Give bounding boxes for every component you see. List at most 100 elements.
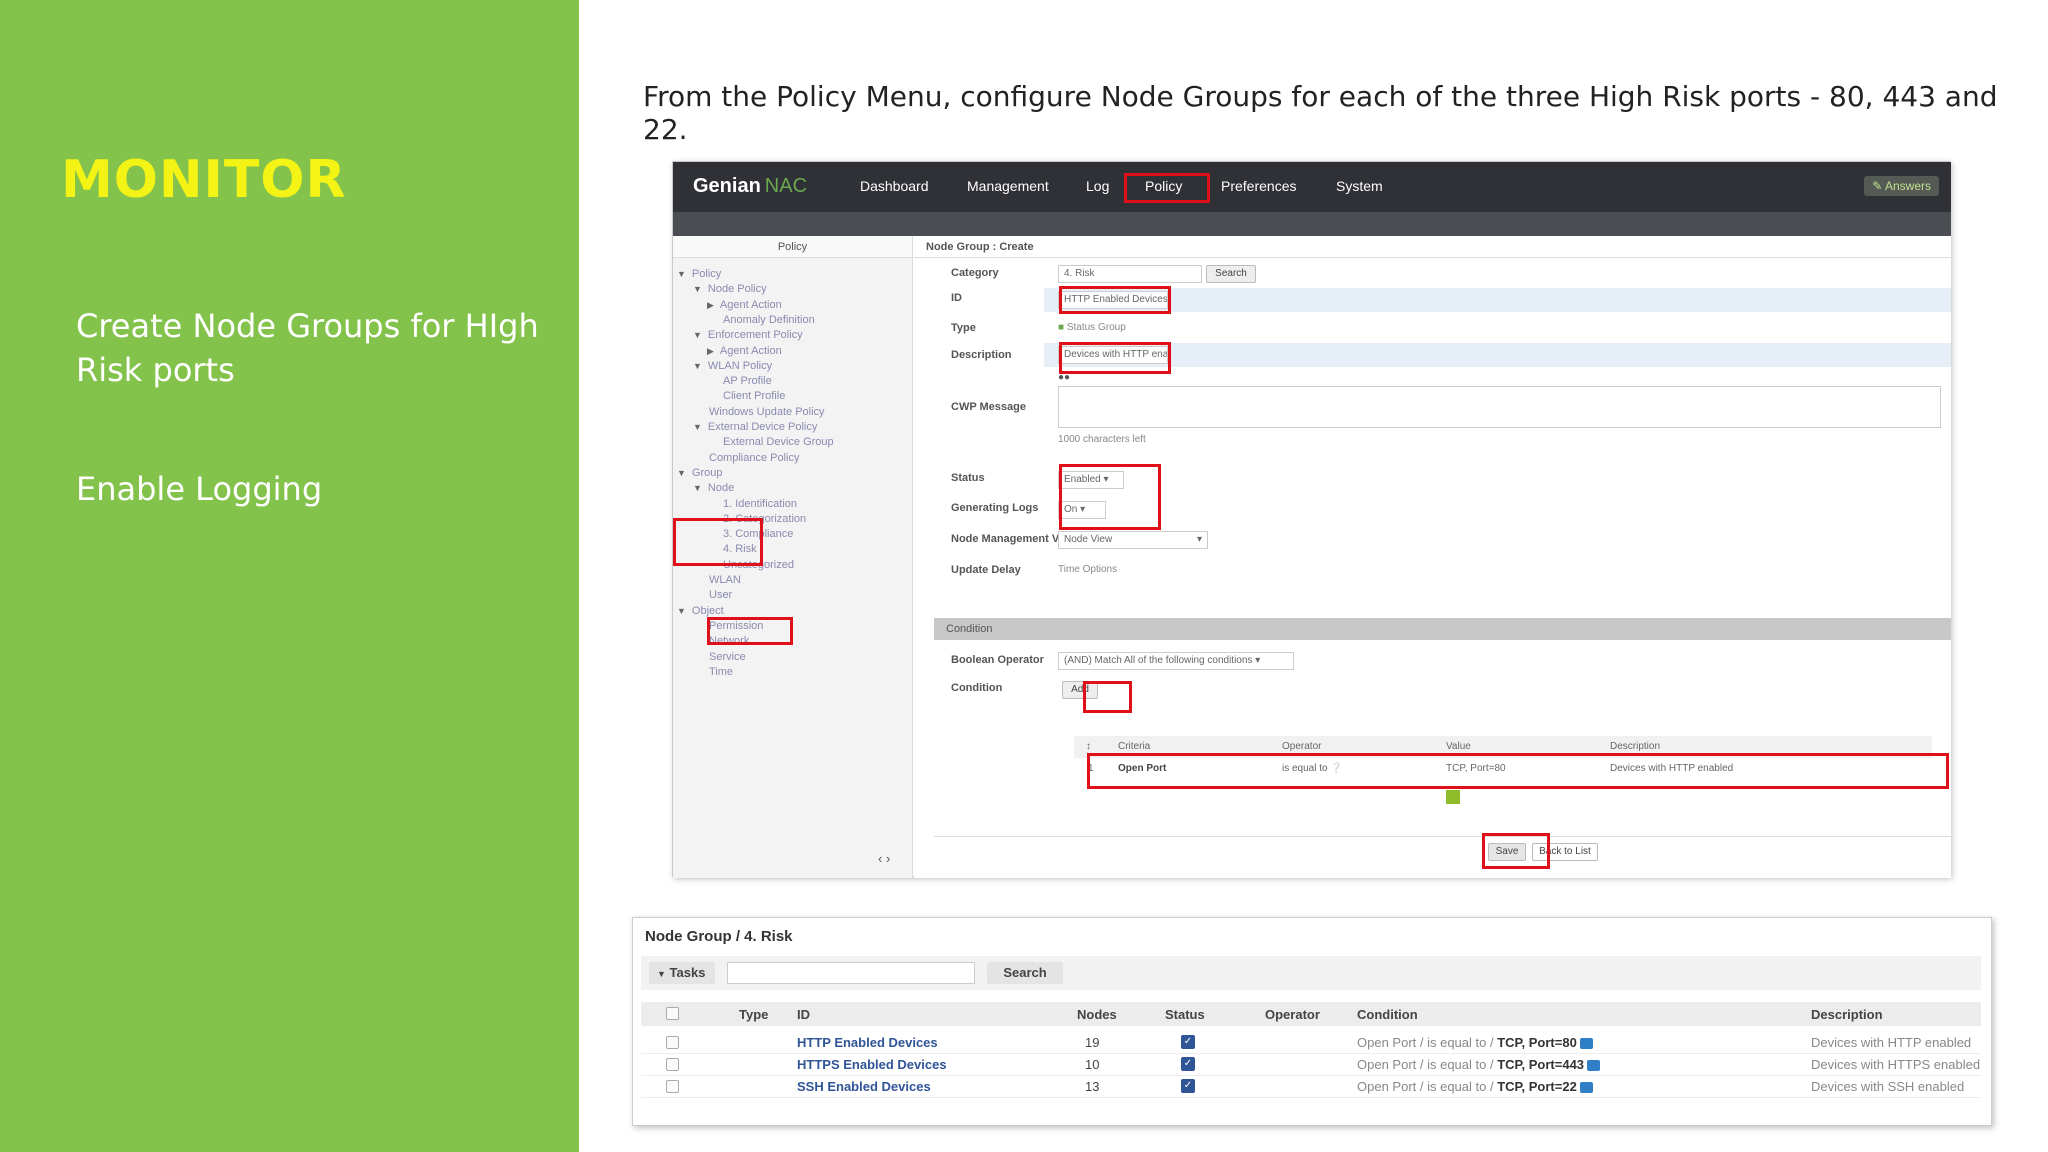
answers-button[interactable]: ✎ Answers bbox=[1864, 176, 1939, 196]
tree-item[interactable]: Time bbox=[703, 666, 733, 678]
tree-item[interactable]: ▼ Node Policy bbox=[693, 283, 767, 295]
tree-item-label: Agent Action bbox=[719, 298, 782, 311]
row-checkbox[interactable] bbox=[666, 1058, 679, 1071]
collapse-icon[interactable]: ▼ bbox=[693, 422, 702, 432]
col-operator[interactable]: Operator bbox=[1265, 1007, 1320, 1022]
list-table-header: Type ID Nodes Status Operator Condition … bbox=[641, 1002, 1981, 1026]
tree-item[interactable]: WLAN bbox=[703, 574, 741, 586]
nav-dashboard[interactable]: Dashboard bbox=[860, 178, 929, 194]
row-condition: Open Port / is equal to / TCP, Port=22 bbox=[1357, 1079, 1593, 1094]
cwp-char-hint: 1000 characters left bbox=[1058, 434, 1146, 445]
tree-item-label: Group bbox=[691, 466, 723, 479]
tree-item[interactable]: ▼ WLAN Policy bbox=[693, 360, 772, 372]
collapse-icon[interactable]: ▼ bbox=[677, 468, 686, 478]
expand-icon[interactable]: ▶ bbox=[707, 300, 714, 310]
row-id[interactable]: HTTPS Enabled Devices bbox=[797, 1057, 947, 1072]
nav-log[interactable]: Log bbox=[1086, 178, 1109, 194]
panel-item-node-groups: Create Node Groups for HIgh Risk ports bbox=[76, 307, 539, 389]
tree-item[interactable]: ▼ Enforcement Policy bbox=[693, 329, 803, 341]
collapse-icon[interactable]: ▼ bbox=[693, 361, 702, 371]
tree-item[interactable]: ▼ External Device Policy bbox=[693, 421, 817, 433]
nav-system[interactable]: System bbox=[1336, 178, 1383, 194]
list-search-button[interactable]: Search bbox=[987, 962, 1063, 984]
col-criteria[interactable]: Criteria bbox=[1118, 741, 1150, 752]
row-description: Devices with HTTPS enabled bbox=[1811, 1057, 1981, 1072]
row-checkbox[interactable] bbox=[666, 1036, 679, 1049]
tree-item[interactable]: ▶ Agent Action bbox=[707, 299, 782, 311]
collapse-arrows-icon[interactable]: ‹ › bbox=[878, 851, 890, 866]
boolean-operator-select[interactable]: (AND) Match All of the following conditi… bbox=[1058, 652, 1294, 670]
col-type[interactable]: Type bbox=[739, 1007, 768, 1022]
col-operator[interactable]: Operator bbox=[1282, 741, 1321, 752]
tree-item[interactable]: 1. Identification bbox=[717, 498, 797, 510]
table-row[interactable]: HTTPS Enabled Devices 10 ✓ Open Port / is e… bbox=[641, 1054, 1981, 1076]
node-group-create-screenshot: Genian NAC Dashboard Management Log Polic… bbox=[672, 161, 1951, 878]
category-label: Category bbox=[951, 267, 999, 279]
status-check-icon: ✓ bbox=[1181, 1057, 1195, 1071]
tree-item[interactable]: ▼ Node bbox=[693, 482, 734, 494]
tree-item-label: Compliance Policy bbox=[709, 451, 800, 464]
row-id[interactable]: HTTP Enabled Devices bbox=[797, 1035, 938, 1050]
col-description[interactable]: Description bbox=[1610, 741, 1660, 752]
table-row[interactable]: HTTP Enabled Devices 19 ✓ Open Port / is eq… bbox=[641, 1032, 1981, 1054]
tree-item-label: Service bbox=[709, 650, 746, 663]
expand-icon[interactable]: ▶ bbox=[707, 346, 714, 356]
col-description[interactable]: Description bbox=[1811, 1007, 1883, 1022]
table-row[interactable]: SSH Enabled Devices 13 ✓ Open Port / is equ… bbox=[641, 1076, 1981, 1098]
description-label: Description bbox=[951, 349, 1012, 361]
condition-section: Condition bbox=[934, 618, 1951, 640]
tree-item-label: External Device Group bbox=[723, 436, 834, 449]
comment-icon bbox=[1579, 1038, 1593, 1050]
row-condition: Open Port / is equal to / TCP, Port=443 bbox=[1357, 1057, 1601, 1072]
category-input[interactable]: 4. Risk bbox=[1058, 265, 1202, 283]
tree-item-label: Node bbox=[707, 482, 735, 495]
nav-management[interactable]: Management bbox=[967, 178, 1049, 194]
select-all-checkbox[interactable] bbox=[666, 1007, 679, 1020]
description-highlight bbox=[1059, 342, 1171, 374]
tree-item[interactable]: ▼ Group bbox=[677, 467, 723, 479]
type-value: ■ Status Group bbox=[1058, 322, 1126, 333]
row-id[interactable]: SSH Enabled Devices bbox=[797, 1079, 931, 1094]
tree-item[interactable]: Compliance Policy bbox=[703, 452, 799, 464]
collapse-icon[interactable]: ▼ bbox=[693, 330, 702, 340]
comment-icon bbox=[1579, 1082, 1593, 1094]
col-nodes[interactable]: Nodes bbox=[1077, 1007, 1117, 1022]
boolean-operator-label: Boolean Operator bbox=[951, 654, 1044, 666]
tree-item[interactable]: ▶ Agent Action bbox=[707, 345, 782, 357]
tree-item[interactable]: ▼ Policy bbox=[677, 268, 721, 280]
tree-item-label: Windows Update Policy bbox=[709, 405, 825, 418]
tree-item[interactable]: External Device Group bbox=[717, 436, 834, 448]
category-search-button[interactable]: Search bbox=[1206, 265, 1256, 283]
tasks-dropdown[interactable]: ▼ Tasks bbox=[649, 962, 715, 984]
tree-item[interactable]: Anomaly Definition bbox=[717, 314, 815, 326]
tree-item[interactable]: Service bbox=[703, 651, 746, 663]
tree-item[interactable]: Windows Update Policy bbox=[703, 406, 825, 418]
top-nav: Genian NAC Dashboard Management Log Polic… bbox=[673, 162, 1951, 212]
current-page-indicator[interactable] bbox=[1446, 790, 1460, 804]
row-nodes: 13 bbox=[1085, 1079, 1100, 1094]
type-label: Type bbox=[951, 322, 976, 334]
update-delay-value[interactable]: Time Options bbox=[1058, 564, 1117, 575]
collapse-icon[interactable]: ▼ bbox=[693, 483, 702, 493]
node-view-select[interactable]: Node View ▾ bbox=[1058, 531, 1208, 549]
list-search-input[interactable] bbox=[727, 962, 975, 984]
panel-title: MONITOR bbox=[61, 150, 347, 210]
col-value[interactable]: Value bbox=[1446, 741, 1471, 752]
tree-item[interactable]: User bbox=[703, 589, 732, 601]
cwp-message-textarea[interactable] bbox=[1058, 386, 1941, 428]
col-status[interactable]: Status bbox=[1165, 1007, 1205, 1022]
row-checkbox[interactable] bbox=[666, 1080, 679, 1093]
condition-label: Condition bbox=[951, 682, 1003, 694]
tree-item[interactable]: AP Profile bbox=[717, 375, 772, 387]
collapse-icon[interactable]: ▼ bbox=[677, 606, 686, 616]
col-condition[interactable]: Condition bbox=[1357, 1007, 1418, 1022]
col-id[interactable]: ID bbox=[797, 1007, 810, 1022]
collapse-icon[interactable]: ▼ bbox=[693, 284, 702, 294]
tree-item-label: WLAN Policy bbox=[707, 359, 773, 372]
collapse-icon[interactable]: ▼ bbox=[677, 269, 686, 279]
node-group-list-screenshot: Node Group / 4. Risk ▼ Tasks Search Type… bbox=[632, 917, 1992, 1126]
instruction-text: From the Policy Menu, configure Node Gro… bbox=[643, 80, 1998, 146]
tree-item[interactable]: ▼ Object bbox=[677, 605, 724, 617]
tree-item[interactable]: Client Profile bbox=[717, 390, 785, 402]
nav-preferences[interactable]: Preferences bbox=[1221, 178, 1296, 194]
